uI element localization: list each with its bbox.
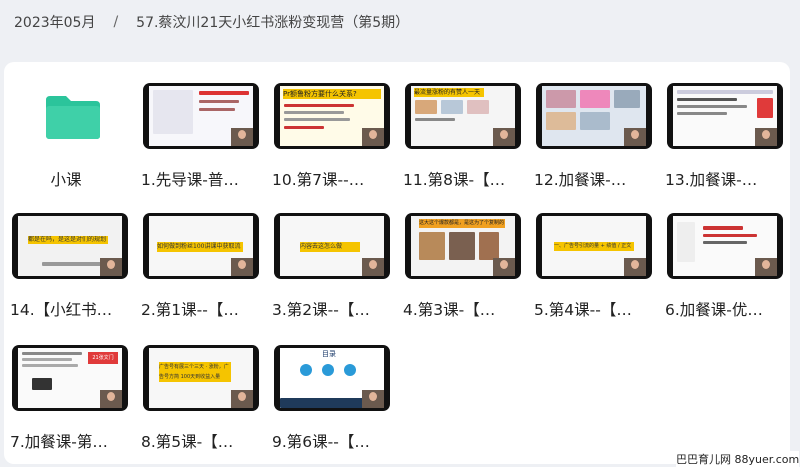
video-item[interactable]: 21张文门 7.加餐课-第… [10, 330, 134, 451]
presenter-avatar [755, 258, 777, 276]
item-label: 13.加餐课-… [665, 171, 758, 189]
item-label: 1.先导课-普… [141, 171, 239, 189]
breadcrumb-separator: / [113, 14, 119, 30]
video-thumbnail [667, 83, 783, 149]
thumb-text: 一、广告号引流的量 + 绩值 / 正文 [554, 242, 634, 251]
item-label: 6.加餐课-优… [665, 301, 763, 319]
thumb-heading: Pr额鲁粉方要什么关系? [283, 89, 381, 99]
video-item[interactable]: 13.加餐课-… [665, 68, 789, 189]
video-thumbnail: 目录 [274, 345, 390, 411]
video-item[interactable]: 最流量涨粉的有赞人一天 11.第8课-【… [403, 68, 527, 189]
thumb-heading: 最流量涨粉的有赞人一天 [414, 88, 484, 97]
presenter-avatar [493, 258, 515, 276]
thumb-text: 都是在吗，是这是对们的规划 [28, 236, 108, 244]
item-label: 3.第2课--【… [272, 301, 370, 319]
video-thumbnail [536, 83, 652, 149]
presenter-avatar [755, 128, 777, 146]
thumb-text: 这大这个爆款都是，是这为了个复制的 [419, 219, 505, 228]
video-thumbnail [667, 213, 783, 279]
video-thumbnail: 这大这个爆款都是，是这为了个复制的 [405, 213, 521, 279]
video-thumbnail: 广告号有展三个三天 · 涨粉，广告号方简 100天到收益入量5000 [143, 345, 259, 411]
video-item[interactable]: 广告号有展三个三天 · 涨粉，广告号方简 100天到收益入量5000 8.第5课… [141, 330, 265, 451]
thumb-title: 目录 [322, 350, 336, 358]
breadcrumb-date[interactable]: 2023年05月 [14, 12, 95, 32]
video-thumbnail: 如何做到粉丝100讲课中获取流 [143, 213, 259, 279]
item-label: 12.加餐课-… [534, 171, 627, 189]
video-item[interactable]: 1.先导课-普… [141, 68, 265, 189]
video-thumbnail [143, 83, 259, 149]
video-item[interactable]: 这大这个爆款都是，是这为了个复制的 4.第3课-【… [403, 198, 527, 319]
item-label: 8.第5课-【… [141, 433, 234, 451]
item-label: 小课 [50, 171, 82, 189]
presenter-avatar [231, 390, 253, 408]
presenter-avatar [493, 128, 515, 146]
item-label: 14.【小红书… [10, 301, 113, 319]
thumb-text: 内容去这怎么做 [300, 242, 360, 252]
breadcrumb: 2023年05月 / 57.蔡汶川21天小红书涨粉变现营（第5期） [14, 10, 409, 34]
video-item[interactable]: 都是在吗，是这是对们的规划 14.【小红书… [10, 198, 134, 319]
video-thumbnail: 都是在吗，是这是对们的规划 [12, 213, 128, 279]
video-item[interactable]: 6.加餐课-优… [665, 198, 789, 319]
watermark: 巴巴育儿网 88yuer.com [676, 451, 800, 467]
video-thumbnail: 21张文门 [12, 345, 128, 411]
presenter-avatar [362, 128, 384, 146]
video-thumbnail: 最流量涨粉的有赞人一天 [405, 83, 521, 149]
video-thumbnail: Pr额鲁粉方要什么关系? [274, 83, 390, 149]
thumb-text: 广告号有展三个三天 · 涨粉，广告号方简 100天到收益入量5000 [159, 362, 231, 382]
presenter-avatar [100, 390, 122, 408]
presenter-avatar [231, 128, 253, 146]
item-label: 7.加餐课-第… [10, 433, 108, 451]
video-item[interactable]: 目录 9.第6课--【… [272, 330, 396, 451]
thumb-badge: 21张文门 [88, 352, 118, 364]
video-item[interactable]: 如何做到粉丝100讲课中获取流 2.第1课--【… [141, 198, 265, 319]
file-grid-panel: 小课 1.先导课-普… Pr额鲁粉方要什么关系? 10.第7课--… 最流量涨粉… [4, 62, 800, 467]
video-item[interactable]: 一、广告号引流的量 + 绩值 / 正文 5.第4课--【… [534, 198, 658, 319]
thumb-text: 如何做到粉丝100讲课中获取流 [157, 242, 243, 252]
video-thumbnail: 内容去这怎么做 [274, 213, 390, 279]
presenter-avatar [362, 258, 384, 276]
video-thumbnail: 一、广告号引流的量 + 绩值 / 正文 [536, 213, 652, 279]
breadcrumb-course: 57.蔡汶川21天小红书涨粉变现营（第5期） [136, 15, 410, 31]
presenter-avatar [362, 390, 384, 408]
folder-icon [46, 96, 100, 139]
item-label: 9.第6课--【… [272, 433, 370, 451]
video-item[interactable]: Pr额鲁粉方要什么关系? 10.第7课--… [272, 68, 396, 189]
presenter-avatar [624, 128, 646, 146]
video-item[interactable]: 12.加餐课-… [534, 68, 658, 189]
presenter-avatar [100, 258, 122, 276]
video-item[interactable]: 内容去这怎么做 3.第2课--【… [272, 198, 396, 319]
item-label: 2.第1课--【… [141, 301, 239, 319]
item-label: 4.第3课-【… [403, 301, 496, 319]
item-label: 11.第8课-【… [403, 171, 506, 189]
item-label: 5.第4课--【… [534, 301, 632, 319]
item-label: 10.第7课--… [272, 171, 365, 189]
folder-item[interactable]: 小课 [10, 68, 134, 189]
presenter-avatar [231, 258, 253, 276]
presenter-avatar [624, 258, 646, 276]
